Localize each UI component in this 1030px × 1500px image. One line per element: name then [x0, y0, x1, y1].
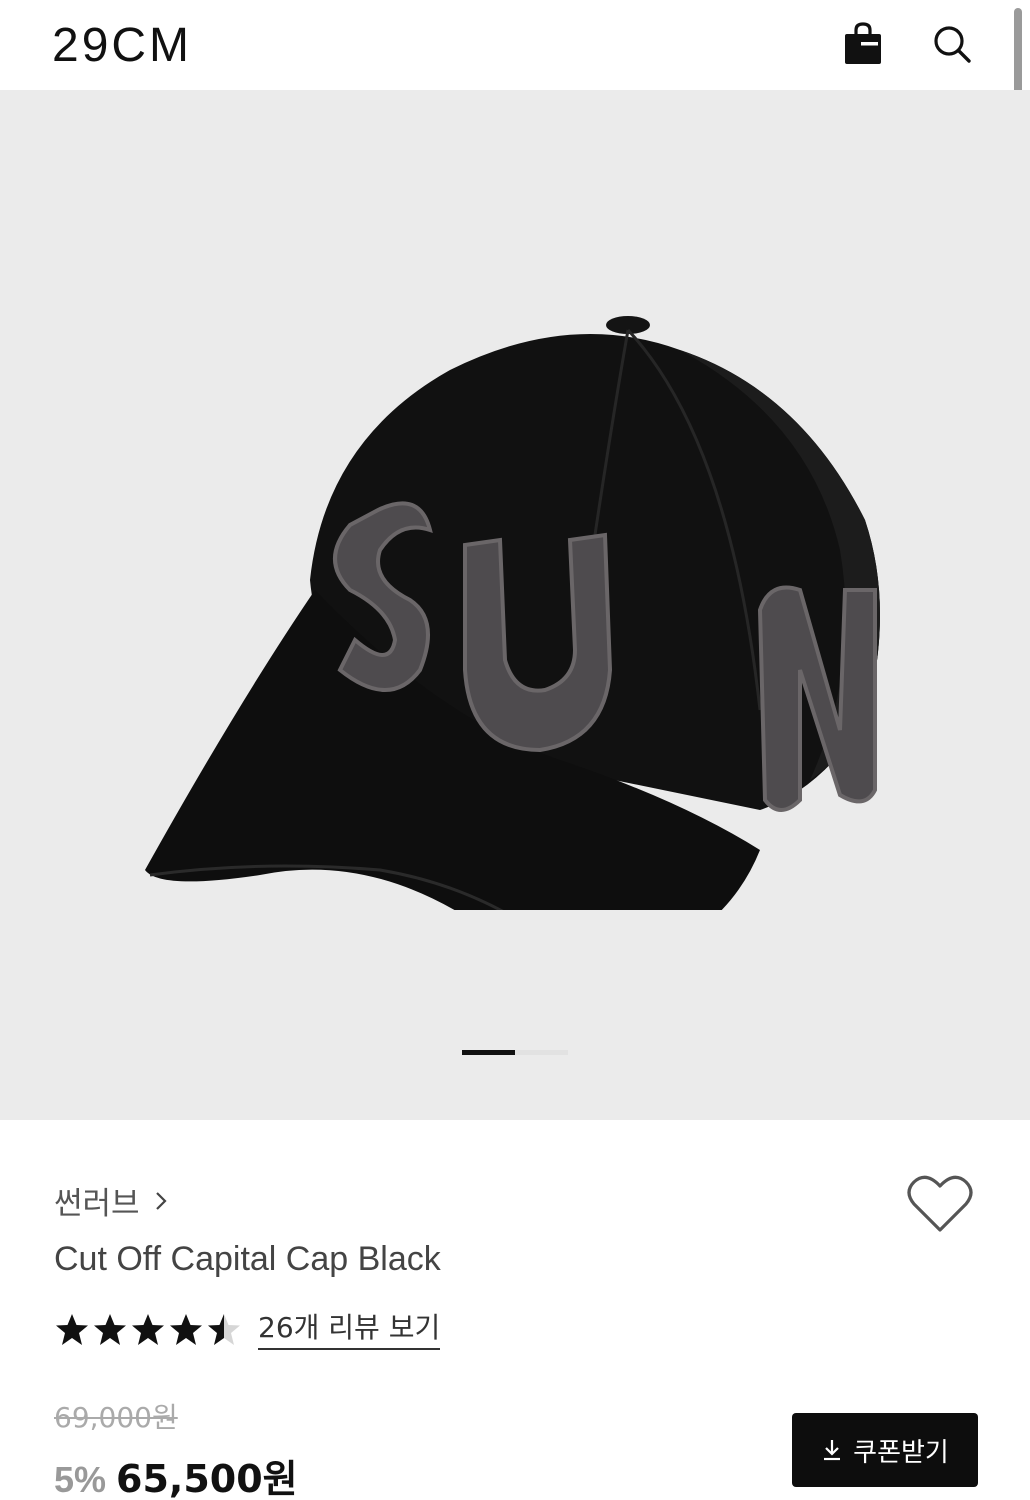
product-name: Cut Off Capital Cap Black: [54, 1240, 441, 1278]
heart-icon[interactable]: [906, 1172, 974, 1236]
brand-link[interactable]: 썬러브: [54, 1178, 168, 1223]
product-image: [145, 316, 880, 910]
shopping-bag-icon[interactable]: [842, 22, 884, 66]
star-full-icon: [170, 1314, 202, 1345]
slide-indicator: [462, 1050, 568, 1055]
coupon-button[interactable]: 쿠폰받기: [792, 1413, 978, 1487]
coupon-button-label: 쿠폰받기: [853, 1437, 949, 1468]
brand-name[interactable]: 썬러브: [54, 1178, 140, 1223]
product-image-gallery[interactable]: [0, 90, 1030, 1120]
star-half-icon: [208, 1314, 240, 1345]
star-full-icon: [132, 1314, 164, 1345]
search-icon[interactable]: [932, 24, 972, 64]
review-link[interactable]: 26개 리뷰 보기: [258, 1310, 441, 1350]
star-full-icon: [56, 1314, 88, 1345]
download-icon: [824, 1440, 841, 1461]
sale-price: 65,500원: [116, 1457, 298, 1500]
star-rating: [54, 1312, 242, 1348]
logo[interactable]: 29CM: [52, 18, 192, 74]
original-price: 69,000원: [54, 1401, 178, 1434]
star-full-icon: [94, 1314, 126, 1345]
chevron-right-icon: [155, 1191, 167, 1210]
slide-indicator-active: [462, 1050, 515, 1055]
discount-rate: 5%: [54, 1459, 107, 1500]
top-header: 29CM: [0, 0, 1030, 90]
sale-price-row: 5% 65,500원: [54, 1448, 298, 1500]
product-info: 썬러브 Cut Off Capital Cap Black 26개 리뷰 보기 …: [0, 1120, 1030, 1500]
rating-row: 26개 리뷰 보기: [54, 1310, 441, 1350]
